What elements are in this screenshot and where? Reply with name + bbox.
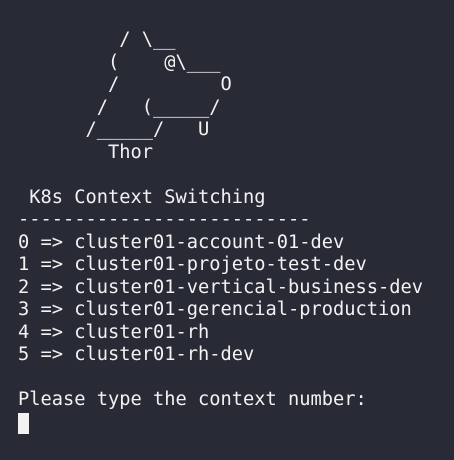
context-option: 4 => cluster01-rh [18,321,210,343]
separator: -------------------------- [18,209,311,230]
ascii-line: / (_____/ [18,96,221,118]
ascii-line: Thor [18,141,154,163]
menu-title: K8s Context Switching [18,186,266,208]
context-option: 1 => cluster01-projeto-test-dev [18,254,367,275]
ascii-line: / O [18,74,232,95]
input-line[interactable] [18,412,423,435]
text-cursor[interactable] [18,412,29,434]
context-option: 0 => cluster01-account-01-dev [18,231,345,253]
ascii-line: / \__ [18,29,176,50]
context-option: 3 => cluster01-gerencial-production [18,299,412,320]
ascii-line: ( @\___ [18,51,221,73]
context-list: 0 => cluster01-account-01-dev 1 => clust… [18,232,423,367]
context-option: 5 => cluster01-rh-dev [18,344,255,365]
context-option: 2 => cluster01-vertical-business-dev [18,276,424,298]
terminal-output: / \__ ( @\___ / O / (_____/ /_____/ U Th… [18,29,423,434]
input-prompt: Please type the context number: [18,389,367,410]
thor-ascii-logo: / \__ ( @\___ / O / (_____/ /_____/ U Th… [18,29,423,164]
ascii-line: /_____/ U [18,119,210,140]
